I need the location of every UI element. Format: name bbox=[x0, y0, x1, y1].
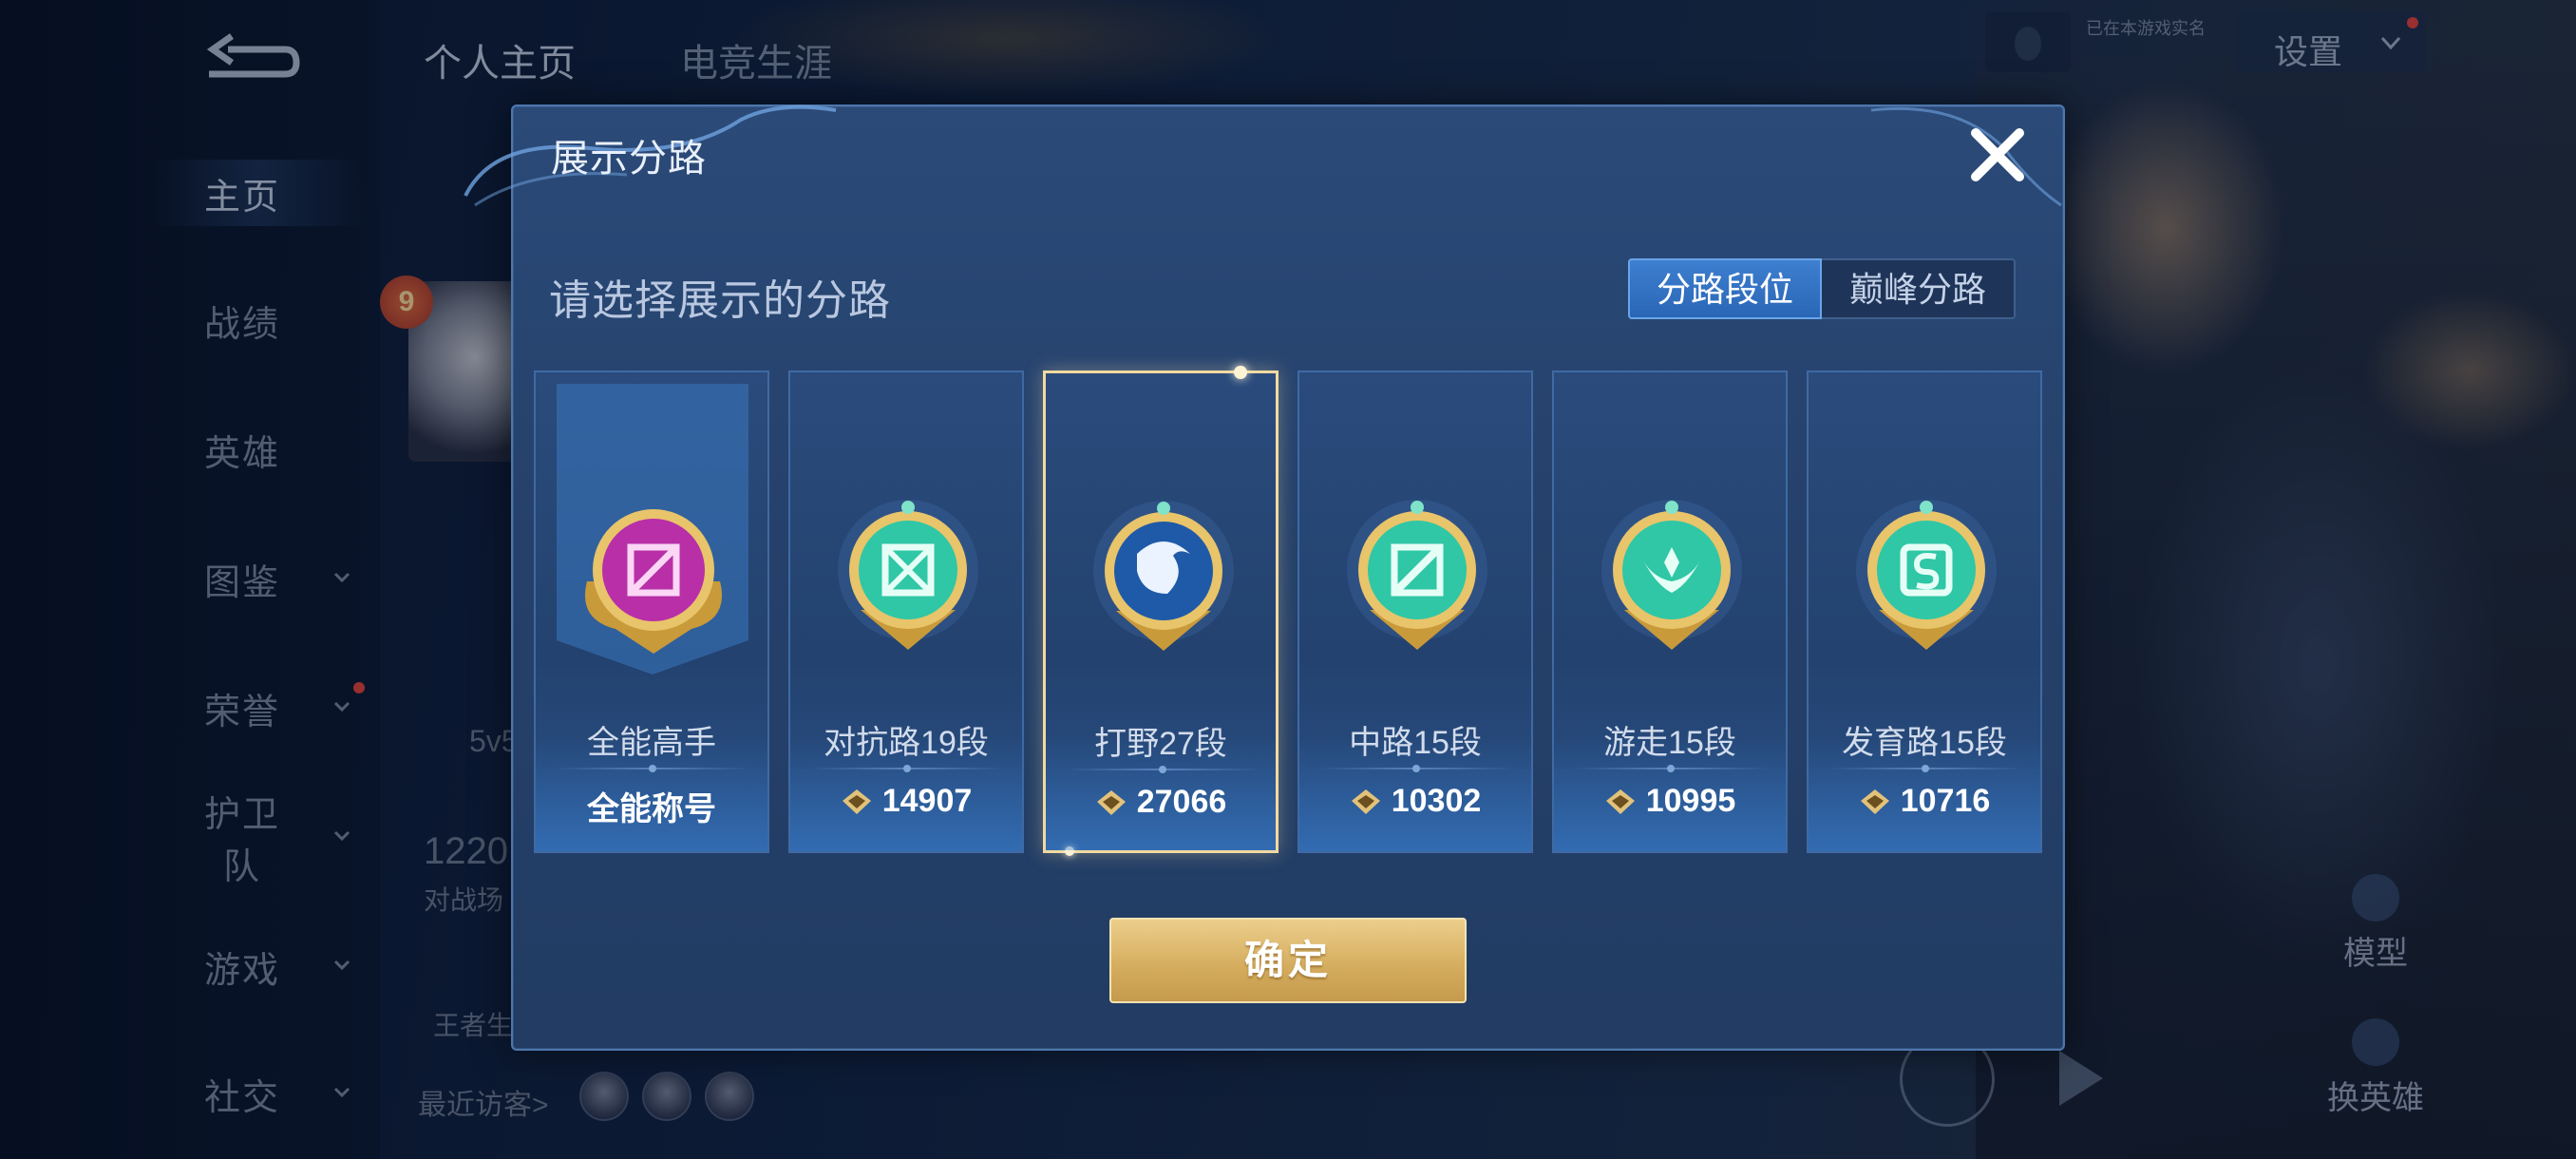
divider bbox=[809, 765, 1005, 772]
lane-value: 27066 bbox=[1046, 784, 1276, 821]
lane-value: 10302 bbox=[1299, 783, 1531, 820]
score-text: 10995 bbox=[1645, 783, 1736, 819]
score-text: 27066 bbox=[1136, 784, 1227, 820]
lane-label: 游走15段 bbox=[1603, 725, 1736, 761]
score-icon bbox=[1605, 788, 1635, 814]
lane-value: 14907 bbox=[790, 783, 1022, 820]
score-icon bbox=[1096, 789, 1126, 815]
divider bbox=[555, 765, 750, 772]
lane-card-clash[interactable]: 对抗路19段 14907 bbox=[788, 370, 1024, 853]
score-icon bbox=[1351, 788, 1380, 814]
all-round-medal-icon bbox=[585, 509, 722, 654]
lane-card-all-round[interactable]: 全能高手 全能称号 bbox=[534, 370, 769, 853]
close-icon[interactable] bbox=[1964, 122, 2031, 188]
score-icon bbox=[842, 788, 871, 814]
selection-sparkle bbox=[1234, 366, 1247, 379]
lane-value: 10716 bbox=[1809, 783, 2040, 820]
clash-lane-medal-icon bbox=[838, 500, 978, 650]
farm-lane-medal-icon bbox=[1856, 500, 1997, 650]
tab-peak-lane[interactable]: 巅峰分路 bbox=[1822, 258, 2016, 319]
dialog-title: 展示分路 bbox=[551, 138, 707, 180]
divider bbox=[1318, 765, 1514, 772]
mid-lane-medal-icon bbox=[1347, 500, 1487, 650]
dialog-subtitle: 请选择展示的分路 bbox=[549, 277, 891, 324]
score-text: 10302 bbox=[1391, 783, 1482, 819]
title-text: 全能称号 bbox=[587, 791, 716, 827]
lane-value: 10995 bbox=[1554, 783, 1786, 820]
score-text: 14907 bbox=[881, 783, 973, 819]
lane-label: 全能高手 bbox=[587, 725, 716, 761]
lane-label: 中路15段 bbox=[1349, 725, 1482, 761]
score-text: 10716 bbox=[1900, 783, 1991, 819]
tab-lane-rank[interactable]: 分路段位 bbox=[1628, 258, 1822, 319]
lane-card-farm[interactable]: 发育路15段 10716 bbox=[1807, 370, 2042, 853]
roam-medal-icon bbox=[1601, 500, 1742, 650]
divider bbox=[1065, 766, 1260, 773]
score-icon bbox=[1860, 788, 1889, 814]
lane-label: 打野27段 bbox=[1094, 726, 1227, 762]
lane-card-mid[interactable]: 中路15段 10302 bbox=[1297, 370, 1533, 853]
lane-label: 发育路15段 bbox=[1842, 725, 2007, 761]
lane-card-roam[interactable]: 游走15段 10995 bbox=[1552, 370, 1788, 853]
lane-value: 全能称号 bbox=[536, 783, 767, 829]
confirm-button[interactable]: 确定 bbox=[1109, 918, 1467, 1003]
divider bbox=[1828, 765, 2023, 772]
jungle-medal-icon bbox=[1093, 501, 1234, 651]
lane-label: 对抗路19段 bbox=[824, 725, 989, 761]
lane-card-jungle[interactable]: 打野27段 27066 bbox=[1043, 366, 1279, 856]
divider bbox=[1573, 765, 1769, 772]
